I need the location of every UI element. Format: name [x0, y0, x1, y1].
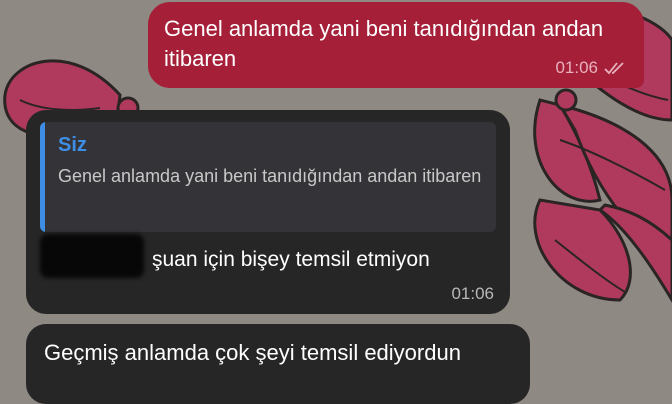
incoming-message-bubble[interactable]: Geçmiş anlamda çok şeyi temsil ediyordun	[26, 324, 530, 404]
redacted-text	[40, 234, 144, 278]
message-time: 01:06	[555, 58, 598, 77]
reply-quote[interactable]: Siz Genel anlamda yani beni tanıdığından…	[40, 122, 496, 232]
message-text: Geçmiş anlamda çok şeyi temsil ediyordun	[44, 340, 461, 365]
double-check-icon	[604, 62, 624, 75]
outgoing-message-bubble[interactable]: Genel anlamda yani beni tanıdığından and…	[148, 2, 644, 88]
message-text: şuan için bişey temsil etmiyon	[152, 248, 430, 271]
quote-accent-bar	[40, 122, 45, 232]
incoming-message-bubble[interactable]: Siz Genel anlamda yani beni tanıdığından…	[26, 110, 510, 314]
message-meta: 01:06	[555, 58, 626, 78]
quote-text: Genel anlamda yani beni tanıdığından and…	[58, 166, 482, 186]
message-time: 01:06	[451, 284, 494, 303]
quote-author: Siz	[58, 134, 87, 156]
